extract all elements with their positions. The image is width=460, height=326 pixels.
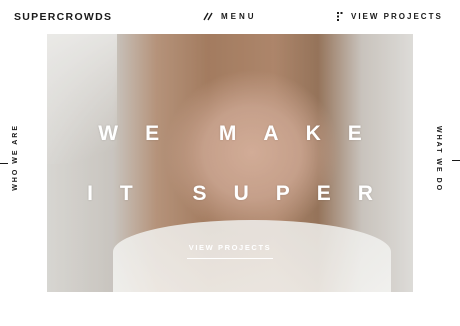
menu-button[interactable]: MENU [203, 12, 257, 21]
hero-headline-line1: WE MAKE [98, 122, 389, 145]
menu-label: MENU [221, 12, 257, 21]
view-projects-label: VIEW PROJECTS [351, 12, 443, 21]
dots-grid-icon [337, 12, 346, 21]
hero-image: WE MAKE IT SUPER VIEW PROJECTS [47, 34, 413, 292]
who-we-are-link[interactable]: WHO WE ARE [12, 124, 19, 191]
view-projects-link[interactable]: VIEW PROJECTS [337, 12, 443, 21]
hamburger-slash-icon [203, 12, 214, 21]
hero-headline-line2: IT SUPER [87, 182, 400, 205]
hero-view-projects-button[interactable]: VIEW PROJECTS [187, 243, 273, 259]
left-nav-tick [0, 163, 8, 164]
logo[interactable]: SUPERCROWDS [14, 11, 112, 23]
what-we-do-link[interactable]: WHAT WE DO [435, 126, 442, 192]
right-nav-tick [452, 160, 460, 161]
